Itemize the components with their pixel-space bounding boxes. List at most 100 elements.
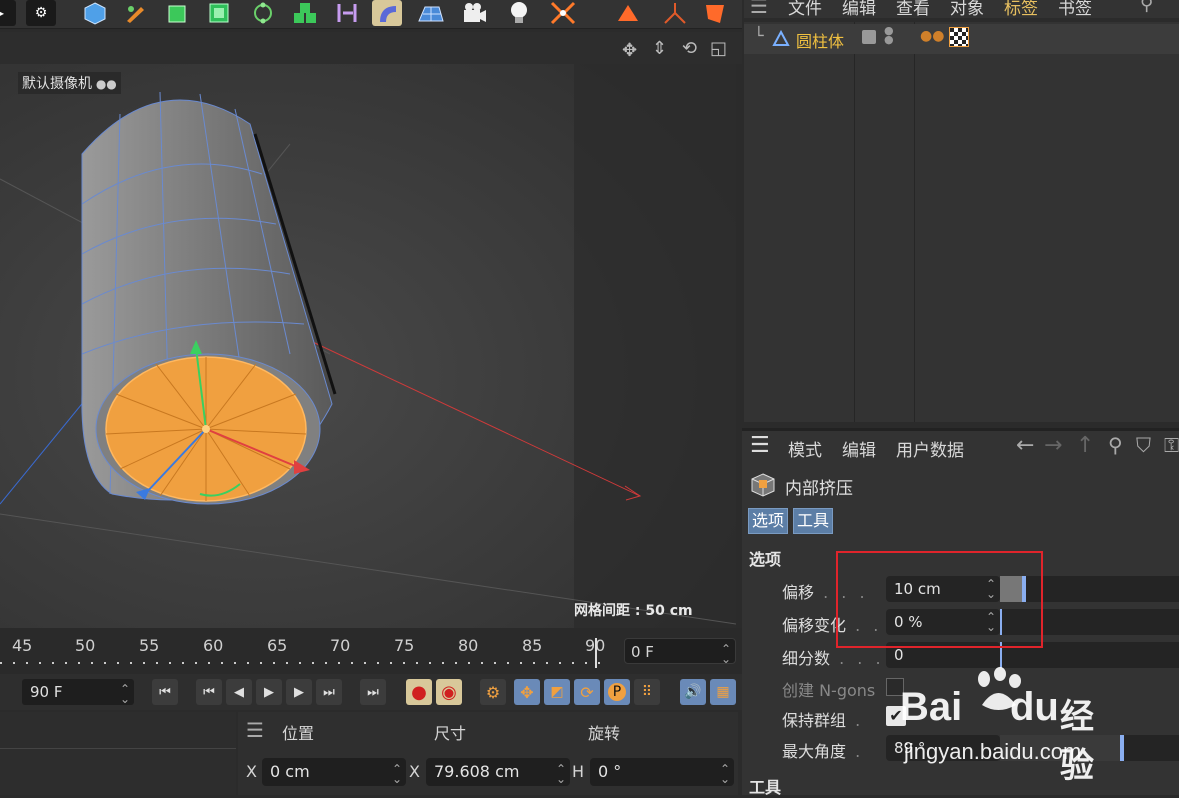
keyframe-selection-button[interactable]: ⚙ bbox=[480, 679, 506, 705]
tab-options[interactable]: 选项 bbox=[748, 508, 789, 534]
search-icon[interactable]: ⚲ bbox=[1108, 433, 1123, 457]
toolbar-arrow-button[interactable]: ▸ bbox=[0, 0, 16, 26]
current-frame-field[interactable]: 0 F ⌃ ⌄ bbox=[624, 638, 736, 665]
film-button[interactable]: ▦ bbox=[710, 679, 736, 705]
3d-viewport[interactable] bbox=[0, 64, 736, 628]
spinner-arrows-icon[interactable]: ⌃ ⌄ bbox=[556, 763, 566, 785]
layer-toggle-icon[interactable] bbox=[862, 30, 876, 44]
rotation-header: 旋转 bbox=[588, 724, 621, 743]
spinner-arrows-icon[interactable]: ⌃ ⌄ bbox=[120, 683, 130, 705]
next-key-button[interactable]: ⏭ bbox=[316, 679, 342, 705]
size-x-field[interactable]: 79.608 cm ⌃ ⌄ bbox=[426, 758, 570, 786]
key-position-button[interactable]: ✥ bbox=[514, 679, 540, 705]
watermark-url: jingyan.baidu.com bbox=[904, 739, 1082, 764]
floor-button[interactable] bbox=[416, 0, 446, 26]
sound-button[interactable]: 🔊 bbox=[680, 679, 706, 705]
cube-button[interactable] bbox=[80, 0, 110, 26]
cube-icon bbox=[84, 2, 106, 25]
visibility-dots-icon[interactable]: ● ● bbox=[884, 25, 894, 45]
menu-edit[interactable]: 编辑 bbox=[842, 0, 876, 19]
rotate-icon: ⟳ bbox=[580, 682, 594, 702]
rotation-h-value: 0 ° bbox=[598, 762, 622, 781]
key-pla-button[interactable]: ⠿ bbox=[634, 679, 660, 705]
cloner-button[interactable] bbox=[290, 0, 320, 26]
spinner-arrows-icon[interactable]: ⌃ ⌄ bbox=[392, 763, 402, 785]
effector-button[interactable] bbox=[548, 0, 578, 26]
subdivision-button[interactable] bbox=[162, 0, 192, 26]
move-view-icon[interactable]: ✥ bbox=[622, 40, 637, 61]
material-tag-icon[interactable] bbox=[949, 27, 969, 47]
tab-tool[interactable]: 工具 bbox=[793, 508, 834, 534]
menu-tags[interactable]: 标签 bbox=[1004, 0, 1038, 19]
play-button[interactable]: ▶ bbox=[256, 679, 282, 705]
back-arrow-icon[interactable]: ← bbox=[1016, 433, 1034, 458]
lock-icon[interactable]: ⚿ bbox=[1164, 433, 1179, 457]
scale-icon: ◩ bbox=[550, 684, 564, 700]
workplane-button[interactable] bbox=[700, 0, 730, 26]
auto-key-button[interactable]: ◉ bbox=[436, 679, 462, 705]
menu-user-data[interactable]: 用户数据 bbox=[896, 436, 964, 461]
menu-file[interactable]: 文件 bbox=[788, 0, 822, 19]
watermark-brand-cn: 经验 bbox=[1060, 697, 1094, 786]
bend-icon bbox=[380, 6, 396, 22]
bend-button[interactable] bbox=[372, 0, 402, 26]
end-frame-field[interactable]: 90 F ⌃ ⌄ bbox=[22, 679, 134, 705]
go-to-start-button[interactable]: ⏮ bbox=[152, 679, 178, 705]
menu-edit[interactable]: 编辑 bbox=[842, 436, 876, 461]
phong-tag-icon[interactable]: ●● bbox=[920, 28, 944, 44]
camera-label[interactable]: 默认摄像机 ●● bbox=[18, 72, 121, 94]
deformer-button[interactable] bbox=[332, 0, 362, 26]
position-x-field[interactable]: 0 cm ⌃ ⌄ bbox=[262, 758, 406, 786]
snap-button[interactable] bbox=[614, 0, 644, 26]
tick-label: 75 bbox=[394, 636, 415, 655]
settings-button[interactable]: ⚙ bbox=[26, 0, 56, 26]
maximize-view-icon[interactable]: ◱ bbox=[710, 38, 727, 59]
rotate-view-icon[interactable]: ⟲ bbox=[682, 38, 697, 59]
object-manager[interactable] bbox=[744, 22, 1179, 422]
key-rotation-button[interactable]: ⟳ bbox=[574, 679, 600, 705]
go-to-end-button[interactable]: ⏭ bbox=[360, 679, 386, 705]
preserve-groups-label: 保持群组 . bbox=[782, 711, 865, 730]
filter-icon[interactable]: ⛉ bbox=[1136, 433, 1151, 457]
record-key-button[interactable]: ● bbox=[406, 679, 432, 705]
array-button[interactable] bbox=[248, 0, 278, 26]
pen-button[interactable] bbox=[120, 0, 150, 26]
key-scale-button[interactable]: ◩ bbox=[544, 679, 570, 705]
rotation-h-field[interactable]: 0 ° ⌃ ⌄ bbox=[590, 758, 734, 786]
object-name[interactable]: 圆柱体 bbox=[796, 28, 844, 52]
spinner-arrows-icon[interactable]: ⌃ ⌄ bbox=[720, 763, 730, 785]
filter-icon[interactable]: ⚲ bbox=[1140, 0, 1153, 15]
menu-objects[interactable]: 对象 bbox=[950, 0, 984, 19]
next-frame-icon: ▶ bbox=[294, 684, 304, 700]
max-angle-slider-handle[interactable] bbox=[1120, 735, 1124, 761]
go-to-start-icon: ⏮ bbox=[159, 684, 171, 700]
hamburger-menu-icon[interactable]: ☰ bbox=[246, 718, 264, 742]
divider bbox=[0, 748, 236, 749]
hamburger-menu-icon[interactable]: ☰ bbox=[750, 433, 770, 458]
spinner-arrows-icon[interactable]: ⌃ ⌄ bbox=[721, 643, 731, 665]
object-row-cylinder[interactable]: └ 圆柱体 ● ● ●● bbox=[744, 24, 1179, 54]
forward-arrow-icon[interactable]: → bbox=[1044, 433, 1062, 458]
playhead[interactable] bbox=[595, 638, 597, 668]
hamburger-menu-icon[interactable]: ☰ bbox=[750, 0, 768, 18]
rotation-h-axis-label: H bbox=[572, 762, 585, 781]
light-button[interactable] bbox=[504, 0, 534, 26]
dolly-view-icon[interactable]: ⇕ bbox=[652, 38, 667, 59]
key-parameter-button[interactable]: P bbox=[604, 679, 630, 705]
extrude-button[interactable] bbox=[204, 0, 234, 26]
column-divider bbox=[914, 22, 915, 422]
prev-key-button[interactable]: ⏮ bbox=[196, 679, 222, 705]
pen-icon bbox=[127, 6, 144, 23]
menu-mode[interactable]: 模式 bbox=[788, 436, 822, 461]
prev-frame-button[interactable]: ◀ bbox=[226, 679, 252, 705]
menu-bookmarks[interactable]: 书签 bbox=[1058, 0, 1092, 19]
pla-grid-icon: ⠿ bbox=[641, 684, 653, 700]
menu-view[interactable]: 查看 bbox=[896, 0, 930, 19]
camera-button[interactable] bbox=[460, 0, 490, 26]
speaker-icon: 🔊 bbox=[684, 684, 702, 700]
axis-button[interactable] bbox=[660, 0, 690, 26]
up-arrow-icon[interactable]: ↑ bbox=[1076, 433, 1094, 458]
next-frame-button[interactable]: ▶ bbox=[286, 679, 312, 705]
tick-label: 45 bbox=[12, 636, 33, 655]
prev-key-icon: ⏮ bbox=[203, 684, 215, 700]
